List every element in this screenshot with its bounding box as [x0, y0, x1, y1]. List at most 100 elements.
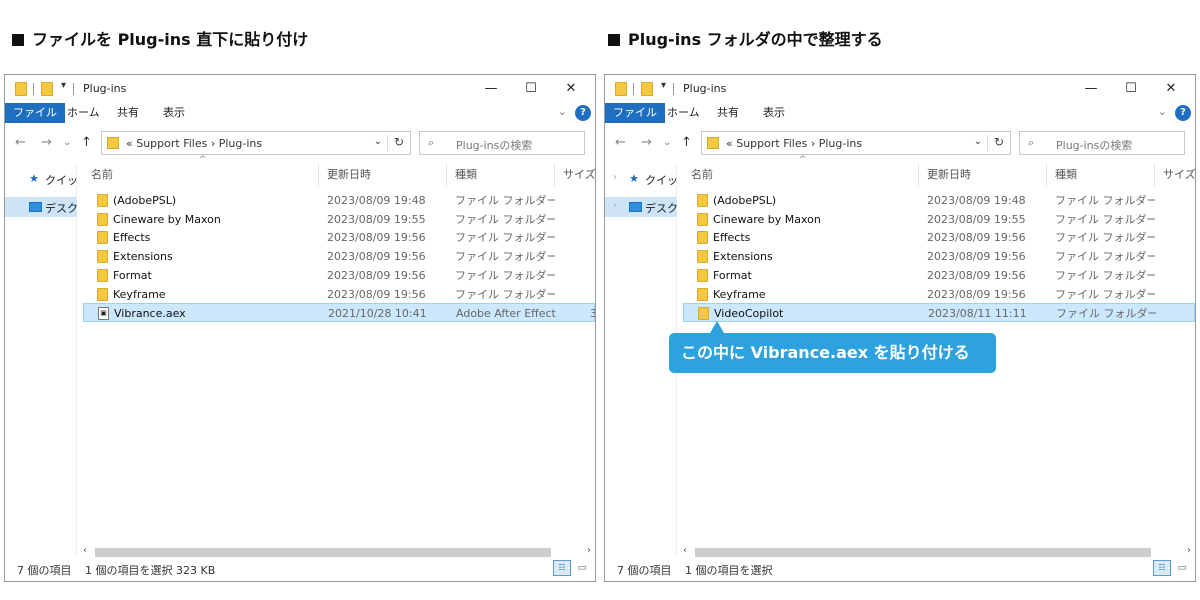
status-bar: 7 個の項目 1 個の項目を選択 323 KB ☷ ▭: [5, 557, 595, 581]
tab-file[interactable]: ファイル: [605, 103, 665, 123]
file-type: ファイル フォルダー: [455, 212, 555, 226]
address-dropdown-icon[interactable]: ⌄: [374, 136, 382, 147]
tab-share[interactable]: 共有: [109, 103, 147, 123]
nav-item-quick-access[interactable]: ★ クイック: [5, 169, 77, 189]
tab-home[interactable]: ホーム: [659, 103, 708, 123]
file-type: ファイル フォルダー: [455, 231, 555, 245]
quick-access-dropdown-icon[interactable]: ▾: [61, 80, 66, 91]
table-row[interactable]: Cineware by Maxon 2023/08/09 19:55 ファイル フォ…: [83, 210, 595, 229]
column-header-date[interactable]: 更新日時: [919, 163, 1047, 187]
close-button[interactable]: ✕: [551, 78, 591, 100]
up-arrow-icon[interactable]: ↑: [681, 135, 692, 150]
table-row[interactable]: Format 2023/08/09 19:56 ファイル フォルダー: [683, 266, 1195, 285]
help-icon[interactable]: ?: [1175, 105, 1191, 121]
large-icons-view-icon[interactable]: ▭: [573, 560, 591, 576]
table-row[interactable]: Keyframe 2023/08/09 19:56 ファイル フォルダー: [83, 285, 595, 304]
details-view-icon[interactable]: ☷: [1153, 560, 1171, 576]
minimize-button[interactable]: —: [1071, 78, 1111, 100]
refresh-icon[interactable]: ↻: [994, 135, 1004, 149]
column-header-size[interactable]: サイズ: [1155, 163, 1195, 187]
table-row[interactable]: Cineware by Maxon 2023/08/09 19:55 ファイル フォ…: [683, 210, 1195, 229]
table-row[interactable]: Extensions 2023/08/09 19:56 ファイル フォルダー: [683, 247, 1195, 266]
file-type: ファイル フォルダー: [1055, 250, 1155, 264]
file-type: ファイル フォルダー: [455, 268, 555, 282]
file-name: Cineware by Maxon: [113, 212, 221, 226]
tab-file[interactable]: ファイル: [5, 103, 65, 123]
folder-icon: [97, 212, 108, 226]
scroll-left-icon[interactable]: ‹: [683, 545, 687, 556]
column-header-date[interactable]: 更新日時: [319, 163, 447, 187]
tab-home[interactable]: ホーム: [59, 103, 108, 123]
address-box[interactable]: « Support Files › Plug-ins ⌄ ↻: [101, 131, 411, 155]
maximize-button[interactable]: ☐: [511, 78, 551, 100]
desktop-icon: [629, 202, 642, 212]
recent-locations-icon[interactable]: ⌄: [663, 137, 671, 148]
nav-item-quick-access[interactable]: › ★ クイック: [605, 169, 677, 189]
expand-ribbon-icon[interactable]: ⌄: [558, 105, 567, 118]
nav-item-desktop[interactable]: › デスクトップ: [605, 197, 677, 217]
table-row[interactable]: (AdobePSL) 2023/08/09 19:48 ファイル フォルダー: [83, 191, 595, 210]
modified-date: 2023/08/09 19:56: [927, 287, 1026, 301]
folder-icon[interactable]: [41, 82, 53, 96]
nav-item-desktop[interactable]: デスクトップ: [5, 197, 77, 217]
folder-icon: [97, 231, 108, 245]
file-size: 32: [590, 304, 595, 323]
expand-chevron-icon[interactable]: ›: [613, 200, 617, 211]
modified-date: 2023/08/09 19:56: [927, 268, 1026, 282]
address-path: « Support Files › Plug-ins: [726, 137, 863, 150]
up-arrow-icon[interactable]: ↑: [81, 135, 92, 150]
tab-view[interactable]: 表示: [755, 103, 793, 123]
scroll-right-icon[interactable]: ›: [587, 545, 591, 556]
forward-arrow-icon[interactable]: →: [641, 135, 652, 150]
scroll-thumb[interactable]: [95, 548, 551, 557]
back-arrow-icon[interactable]: ←: [615, 135, 626, 150]
minimize-button[interactable]: —: [471, 78, 511, 100]
column-header-name[interactable]: 名前: [83, 163, 319, 187]
tab-view[interactable]: 表示: [155, 103, 193, 123]
modified-date: 2023/08/09 19:48: [327, 194, 426, 207]
scroll-right-icon[interactable]: ›: [1187, 545, 1191, 556]
details-view-icon[interactable]: ☷: [553, 560, 571, 576]
large-icons-view-icon[interactable]: ▭: [1173, 560, 1191, 576]
table-row[interactable]: Effects 2023/08/09 19:56 ファイル フォルダー: [83, 228, 595, 247]
recent-locations-icon[interactable]: ⌄: [63, 137, 71, 148]
column-header-name[interactable]: 名前: [683, 163, 919, 187]
table-row[interactable]: ▣ Vibrance.aex 2021/10/28 10:41 Adobe After…: [83, 303, 595, 323]
navigation-pane: › ★ クイック › デスクトップ: [605, 163, 677, 555]
table-row[interactable]: VideoCopilot 2023/08/11 11:11 ファイル フォルダー: [683, 303, 1195, 323]
file-name: Extensions: [713, 250, 773, 264]
quick-access-dropdown-icon[interactable]: ▾: [661, 80, 666, 91]
back-arrow-icon[interactable]: ←: [15, 135, 26, 150]
close-button[interactable]: ✕: [1151, 78, 1191, 100]
refresh-icon[interactable]: ↻: [394, 135, 404, 149]
table-row[interactable]: Effects 2023/08/09 19:56 ファイル フォルダー: [683, 228, 1195, 247]
search-input[interactable]: ⌕ Plug-insの検索: [1019, 131, 1185, 155]
folder-icon: [697, 250, 708, 264]
folder-icon: [97, 194, 108, 207]
caption-right: Plug-ins フォルダの中で整理する: [608, 26, 883, 50]
scroll-thumb[interactable]: [695, 548, 1151, 557]
scroll-left-icon[interactable]: ‹: [83, 545, 87, 556]
file-name: (AdobePSL): [113, 194, 177, 207]
expand-chevron-icon[interactable]: ›: [613, 172, 617, 183]
folder-icon: [697, 268, 708, 282]
column-header-size[interactable]: サイズ: [555, 163, 595, 187]
column-header-type[interactable]: 種類: [447, 163, 555, 187]
help-icon[interactable]: ?: [575, 105, 591, 121]
maximize-button[interactable]: ☐: [1111, 78, 1151, 100]
column-header-type[interactable]: 種類: [1047, 163, 1155, 187]
table-row[interactable]: Extensions 2023/08/09 19:56 ファイル フォルダー: [83, 247, 595, 266]
forward-arrow-icon[interactable]: →: [41, 135, 52, 150]
tab-share[interactable]: 共有: [709, 103, 747, 123]
table-row[interactable]: Keyframe 2023/08/09 19:56 ファイル フォルダー: [683, 285, 1195, 304]
modified-date: 2023/08/09 19:55: [327, 212, 426, 226]
table-row[interactable]: Format 2023/08/09 19:56 ファイル フォルダー: [83, 266, 595, 285]
nav-item-label: デスクトップ: [45, 202, 77, 215]
search-input[interactable]: ⌕ Plug-insの検索: [419, 131, 585, 155]
folder-icon[interactable]: [641, 82, 653, 96]
address-dropdown-icon[interactable]: ⌄: [974, 136, 982, 147]
table-row[interactable]: (AdobePSL) 2023/08/09 19:48 ファイル フォルダー: [683, 191, 1195, 210]
expand-ribbon-icon[interactable]: ⌄: [1158, 105, 1167, 118]
file-type: ファイル フォルダー: [1055, 287, 1155, 301]
address-box[interactable]: « Support Files › Plug-ins ⌄ ↻: [701, 131, 1011, 155]
